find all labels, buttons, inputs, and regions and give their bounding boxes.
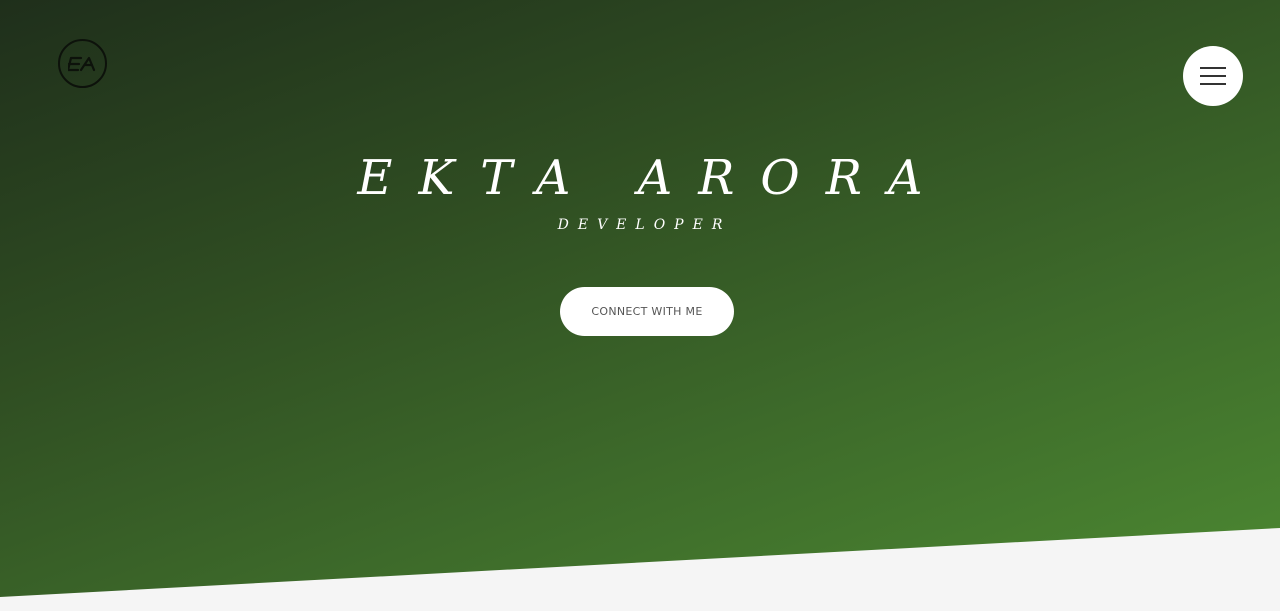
hamburger-menu-icon xyxy=(1200,67,1226,69)
connect-button[interactable]: Connect with me xyxy=(560,287,734,336)
ea-logo-icon[interactable] xyxy=(58,39,107,88)
hamburger-menu-icon-line xyxy=(1200,75,1226,77)
menu-button[interactable] xyxy=(1183,46,1243,106)
hero-role: DEVELOPER xyxy=(557,217,732,233)
hamburger-menu-icon-line xyxy=(1200,83,1226,85)
hero-name: EKTA ARORA xyxy=(357,150,949,206)
